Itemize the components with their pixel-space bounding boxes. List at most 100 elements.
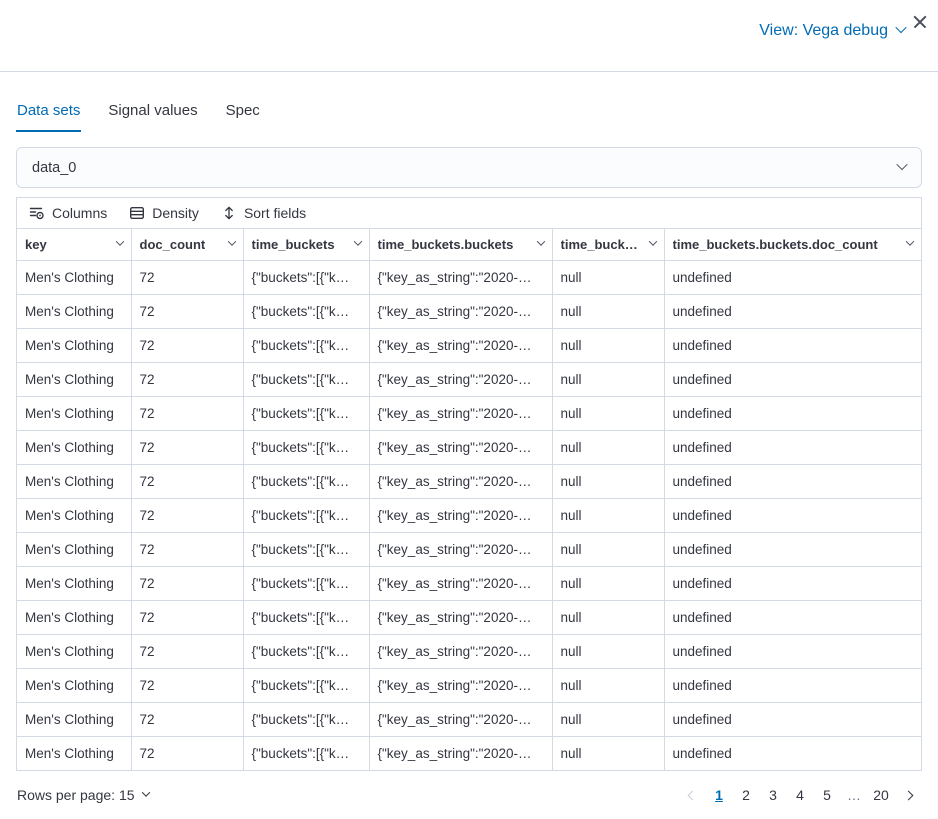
table-row[interactable]: Men's Clothing72{"buckets":[{"k…{"key_as…: [17, 566, 921, 600]
column-header-label: time_buckets: [252, 237, 335, 252]
chevron-down-icon: [115, 238, 123, 246]
pagination-page-20[interactable]: 20: [868, 782, 894, 808]
close-button[interactable]: [910, 12, 930, 32]
table-cell: Men's Clothing: [17, 634, 131, 668]
table-cell: Men's Clothing: [17, 600, 131, 634]
table-cell: null: [552, 498, 664, 532]
table-cell: null: [552, 396, 664, 430]
table-cell: {"key_as_string":"2020-…: [369, 464, 552, 498]
column-header-label: time_buck…: [561, 237, 638, 252]
pagination-page-3[interactable]: 3: [760, 782, 786, 808]
column-header-time-buckets[interactable]: time_buckets: [243, 229, 369, 260]
table-body: Men's Clothing72{"buckets":[{"k…{"key_as…: [17, 260, 921, 770]
pagination-page-2[interactable]: 2: [733, 782, 759, 808]
chevron-down-icon: [648, 238, 656, 246]
column-header-key[interactable]: key: [17, 229, 131, 260]
table-cell: undefined: [664, 600, 921, 634]
table-row[interactable]: Men's Clothing72{"buckets":[{"k…{"key_as…: [17, 464, 921, 498]
table-row[interactable]: Men's Clothing72{"buckets":[{"k…{"key_as…: [17, 498, 921, 532]
table-cell: {"key_as_string":"2020-…: [369, 532, 552, 566]
table-cell: {"buckets":[{"k…: [243, 396, 369, 430]
vega-debug-flyout: View: Vega debug Data sets Signal values…: [0, 0, 938, 810]
pagination-page-1[interactable]: 1: [706, 782, 732, 808]
table-row[interactable]: Men's Clothing72{"buckets":[{"k…{"key_as…: [17, 668, 921, 702]
pagination-page-4[interactable]: 4: [787, 782, 813, 808]
table-row[interactable]: Men's Clothing72{"buckets":[{"k…{"key_as…: [17, 294, 921, 328]
chevron-down-icon: [896, 159, 907, 170]
tab-signal-values[interactable]: Signal values: [107, 102, 198, 132]
table-cell: undefined: [664, 294, 921, 328]
column-header-time-buckets-buckets[interactable]: time_buckets.buckets: [369, 229, 552, 260]
column-header-time-buckets-buckets-doc-count[interactable]: time_buckets.buckets.doc_count: [664, 229, 921, 260]
rows-per-page-button[interactable]: Rows per page: 15: [17, 787, 149, 803]
table-cell: null: [552, 566, 664, 600]
table-cell: undefined: [664, 668, 921, 702]
table-row[interactable]: Men's Clothing72{"buckets":[{"k…{"key_as…: [17, 600, 921, 634]
column-header-label: time_buckets.buckets.doc_count: [673, 237, 878, 252]
table-cell: null: [552, 260, 664, 294]
table-cell: {"key_as_string":"2020-…: [369, 600, 552, 634]
table-cell: 72: [131, 328, 243, 362]
table-cell: {"buckets":[{"k…: [243, 532, 369, 566]
sort-fields-button[interactable]: Sort fields: [221, 203, 306, 223]
table-row[interactable]: Men's Clothing72{"buckets":[{"k…{"key_as…: [17, 260, 921, 294]
column-header-time-buck[interactable]: time_buck…: [552, 229, 664, 260]
view-selector-label: View: Vega debug: [759, 22, 888, 40]
table-cell: {"buckets":[{"k…: [243, 328, 369, 362]
tab-data-sets[interactable]: Data sets: [16, 102, 81, 132]
dataset-select-value: data_0: [32, 160, 76, 176]
table-cell: null: [552, 464, 664, 498]
table-cell: undefined: [664, 396, 921, 430]
table-cell: {"buckets":[{"k…: [243, 600, 369, 634]
table-cell: 72: [131, 600, 243, 634]
view-selector-button[interactable]: View: Vega debug: [759, 22, 905, 40]
chevron-down-icon: [141, 788, 149, 796]
table-row[interactable]: Men's Clothing72{"buckets":[{"k…{"key_as…: [17, 702, 921, 736]
table-cell: Men's Clothing: [17, 362, 131, 396]
flyout-body: Data sets Signal values Spec data_0 Colu…: [0, 102, 938, 810]
table-cell: 72: [131, 396, 243, 430]
table-cell: null: [552, 702, 664, 736]
table-cell: {"key_as_string":"2020-…: [369, 396, 552, 430]
dataset-select[interactable]: data_0: [16, 147, 922, 188]
chevron-down-icon: [895, 22, 906, 33]
pagination-page-5[interactable]: 5: [814, 782, 840, 808]
table-cell: {"buckets":[{"k…: [243, 736, 369, 770]
column-header-label: doc_count: [140, 237, 206, 252]
table-row[interactable]: Men's Clothing72{"buckets":[{"k…{"key_as…: [17, 396, 921, 430]
table-cell: Men's Clothing: [17, 260, 131, 294]
table-cell: {"key_as_string":"2020-…: [369, 702, 552, 736]
table-cell: 72: [131, 430, 243, 464]
table-cell: {"buckets":[{"k…: [243, 566, 369, 600]
table-row[interactable]: Men's Clothing72{"buckets":[{"k…{"key_as…: [17, 328, 921, 362]
table-row[interactable]: Men's Clothing72{"buckets":[{"k…{"key_as…: [17, 736, 921, 770]
rows-per-page-label: Rows per page: 15: [17, 787, 135, 803]
table-cell: Men's Clothing: [17, 736, 131, 770]
table-footer: Rows per page: 15 12345…20: [16, 780, 922, 810]
density-button[interactable]: Density: [129, 203, 199, 223]
table-cell: Men's Clothing: [17, 464, 131, 498]
columns-button[interactable]: Columns: [29, 203, 107, 223]
table-cell: 72: [131, 464, 243, 498]
table-cell: undefined: [664, 260, 921, 294]
table-row[interactable]: Men's Clothing72{"buckets":[{"k…{"key_as…: [17, 532, 921, 566]
pagination: 12345…20: [679, 782, 921, 808]
next-page-button[interactable]: [895, 782, 921, 808]
table-cell: 72: [131, 736, 243, 770]
chevron-down-icon: [906, 238, 914, 246]
chevron-right-icon: [903, 790, 913, 800]
table-cell: 72: [131, 668, 243, 702]
table-row[interactable]: Men's Clothing72{"buckets":[{"k…{"key_as…: [17, 634, 921, 668]
table-cell: {"key_as_string":"2020-…: [369, 328, 552, 362]
table-cell: undefined: [664, 328, 921, 362]
table-cell: null: [552, 600, 664, 634]
columns-button-label: Columns: [52, 205, 107, 221]
tabs: Data sets Signal values Spec: [16, 102, 922, 132]
table-row[interactable]: Men's Clothing72{"buckets":[{"k…{"key_as…: [17, 430, 921, 464]
table-row[interactable]: Men's Clothing72{"buckets":[{"k…{"key_as…: [17, 362, 921, 396]
tab-spec[interactable]: Spec: [225, 102, 261, 132]
column-header-doc-count[interactable]: doc_count: [131, 229, 243, 260]
table-cell: {"key_as_string":"2020-…: [369, 430, 552, 464]
data-grid: Columns Density Sort fields: [16, 197, 922, 771]
previous-page-button[interactable]: [679, 782, 705, 808]
